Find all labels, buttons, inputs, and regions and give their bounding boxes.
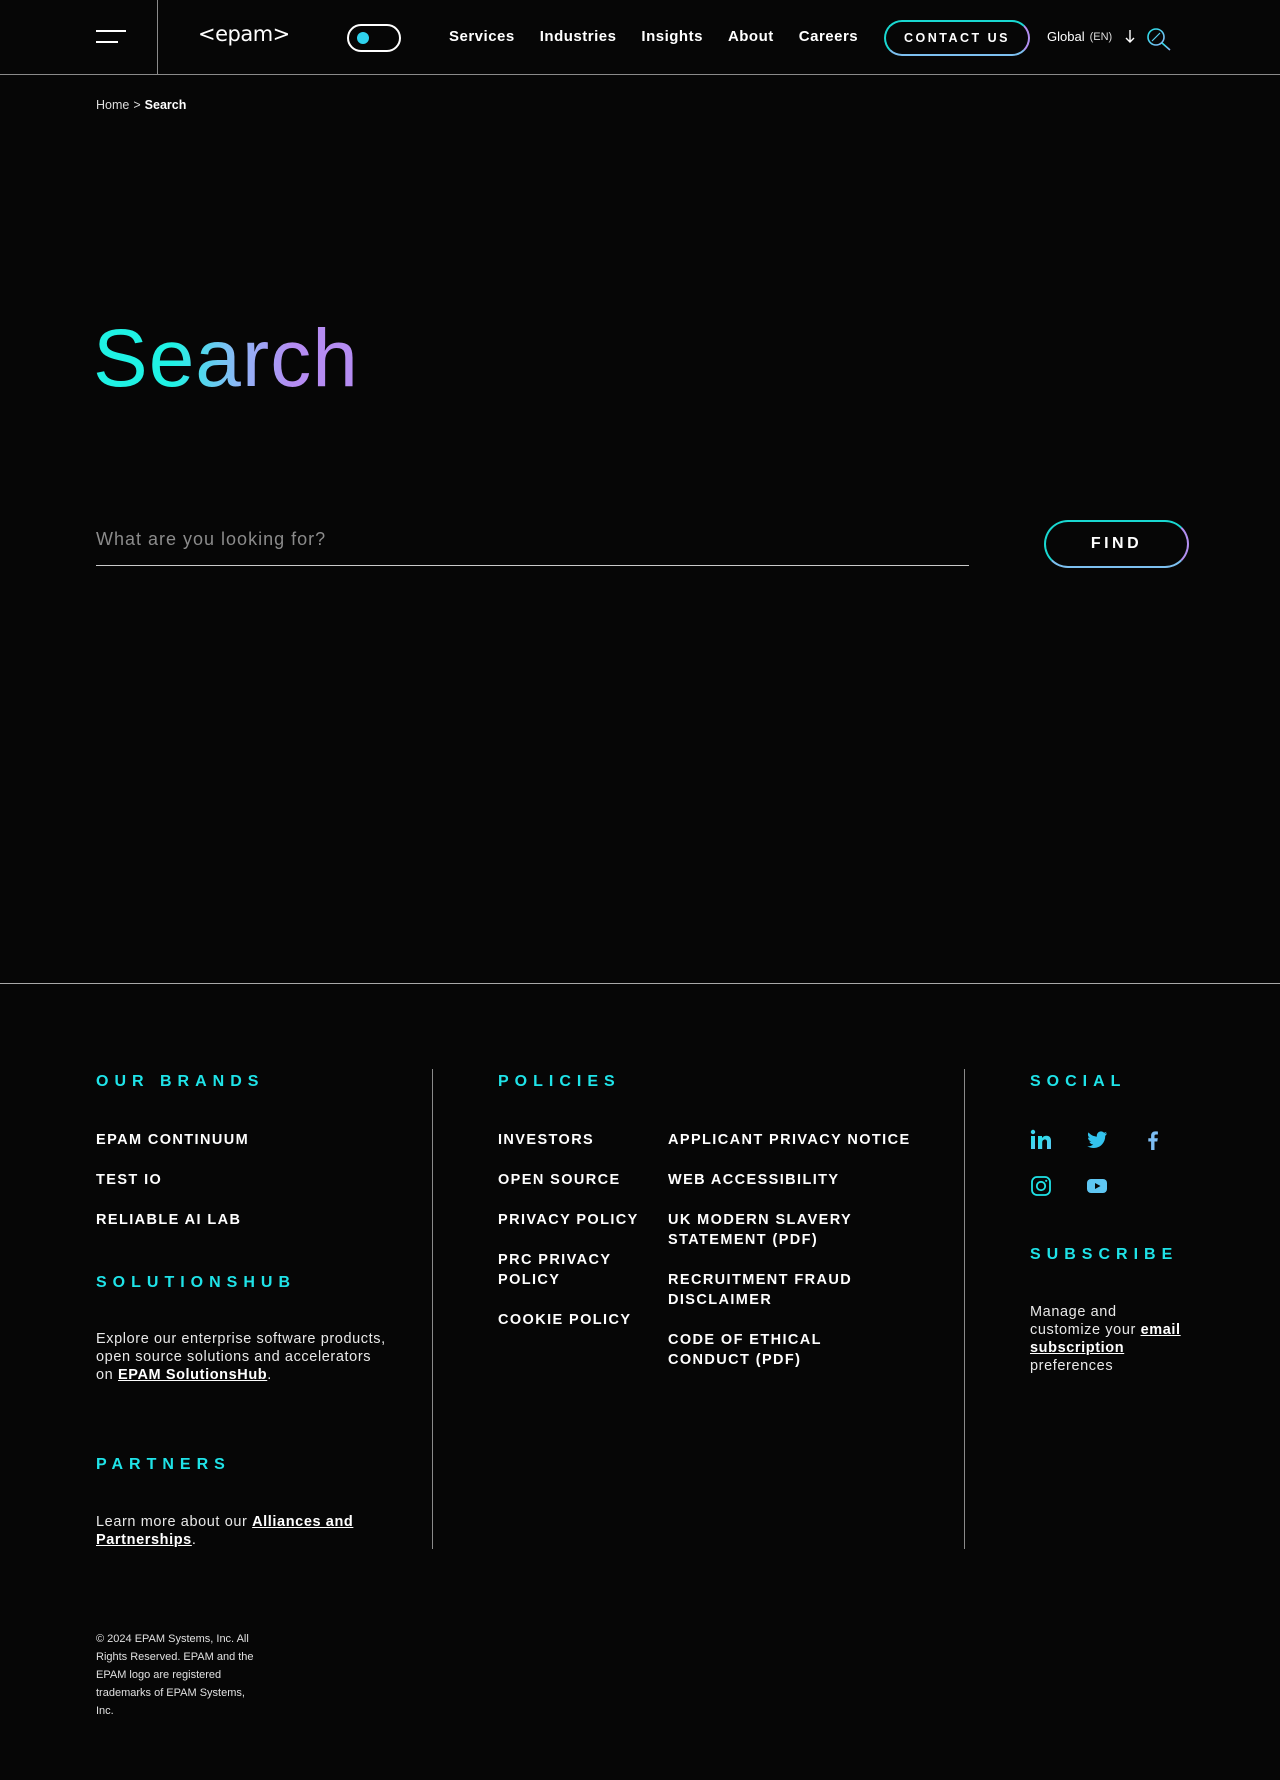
nav-careers[interactable]: Careers [799, 28, 858, 45]
partners-suffix: . [191, 1532, 197, 1548]
solutionshub-heading: SOLUTIONSHUB [96, 1274, 296, 1291]
site-header: <epam> Services Industries Insights Abou… [0, 0, 1280, 75]
facebook-icon[interactable] [1142, 1129, 1164, 1151]
policy-prc-privacy[interactable]: PRC PRIVACY POLICY [498, 1250, 628, 1290]
policies-heading: POLICIES [498, 1073, 621, 1090]
twitter-icon[interactable] [1086, 1129, 1108, 1151]
policy-investors[interactable]: INVESTORS [498, 1130, 648, 1150]
search-input[interactable] [96, 520, 969, 566]
theme-toggle[interactable] [347, 24, 401, 52]
footer-column-divider-2 [964, 1069, 965, 1549]
header-divider [157, 0, 158, 75]
brand-test-io[interactable]: TEST IO [96, 1170, 162, 1190]
subscribe-text-after: preferences [1030, 1358, 1114, 1374]
region-selector[interactable]: Global (EN) [1047, 29, 1135, 44]
solutionshub-suffix: . [267, 1367, 272, 1383]
solutionshub-link[interactable]: EPAM SolutionsHub [118, 1367, 267, 1383]
footer-divider [0, 983, 1280, 984]
breadcrumb-separator: > [133, 98, 141, 112]
breadcrumb-home[interactable]: Home [96, 98, 129, 112]
policy-web-accessibility[interactable]: WEB ACCESSIBILITY [668, 1170, 928, 1190]
nav-industries[interactable]: Industries [540, 28, 617, 45]
brand-reliable-ai-lab[interactable]: RELIABLE AI LAB [96, 1210, 241, 1230]
brands-heading: OUR BRANDS [96, 1073, 265, 1090]
region-lang: (EN) [1089, 30, 1113, 43]
brand-epam-continuum[interactable]: EPAM CONTINUUM [96, 1130, 249, 1150]
toggle-knob [357, 32, 369, 44]
nav-insights[interactable]: Insights [641, 28, 703, 45]
policy-uk-modern-slavery[interactable]: UK MODERN SLAVERY STATEMENT (PDF) [668, 1210, 868, 1250]
partners-text: Learn more about our Alliances and Partn… [96, 1513, 386, 1549]
epam-logo[interactable]: <epam> [198, 22, 290, 46]
instagram-icon[interactable] [1030, 1175, 1052, 1197]
nav-about[interactable]: About [728, 28, 774, 45]
policy-privacy[interactable]: PRIVACY POLICY [498, 1210, 648, 1230]
policy-recruitment-fraud[interactable]: RECRUITMENT FRAUD DISCLAIMER [668, 1270, 868, 1310]
policy-applicant-privacy[interactable]: APPLICANT PRIVACY NOTICE [668, 1130, 928, 1150]
breadcrumb-current: Search [144, 98, 187, 112]
menu-icon[interactable] [96, 30, 126, 46]
footer-column-divider [432, 1069, 433, 1549]
breadcrumb: Home > Search [96, 98, 186, 112]
linkedin-icon[interactable] [1030, 1129, 1052, 1151]
policy-open-source[interactable]: OPEN SOURCE [498, 1170, 648, 1190]
solutionshub-text: Explore our enterprise software products… [96, 1330, 386, 1384]
nav-services[interactable]: Services [449, 28, 515, 45]
partners-heading: PARTNERS [96, 1456, 231, 1473]
subscribe-text-before: Manage and customize your [1030, 1304, 1136, 1338]
find-button[interactable]: FIND [1044, 520, 1189, 568]
policy-cookie[interactable]: COOKIE POLICY [498, 1310, 648, 1330]
subscribe-text: Manage and customize your email subscrip… [1030, 1303, 1190, 1375]
page-title: Search [93, 313, 359, 404]
region-label: Global [1047, 29, 1085, 44]
copyright-text: © 2024 EPAM Systems, Inc. All Rights Res… [96, 1633, 254, 1717]
contact-us-button[interactable]: CONTACT US [884, 20, 1030, 56]
youtube-icon[interactable] [1086, 1175, 1108, 1197]
subscribe-heading: SUBSCRIBE [1030, 1246, 1179, 1263]
policy-code-of-conduct[interactable]: CODE OF ETHICAL CONDUCT (PDF) [668, 1330, 908, 1370]
search-icon[interactable] [1146, 27, 1172, 51]
social-heading: SOCIAL [1030, 1073, 1127, 1090]
main-nav: Services Industries Insights About Caree… [449, 28, 858, 45]
partners-description: Learn more about our [96, 1514, 248, 1530]
arrow-down-icon [1125, 30, 1135, 43]
